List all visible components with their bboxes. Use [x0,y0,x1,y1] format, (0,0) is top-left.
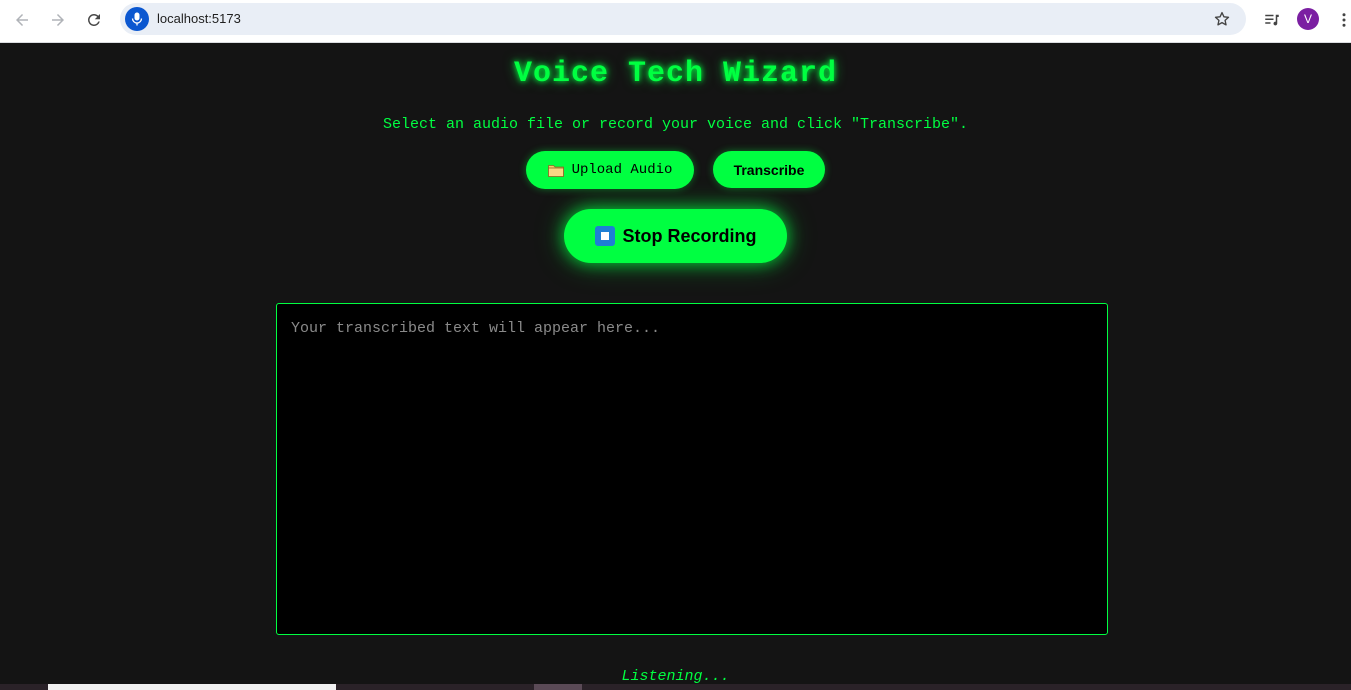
stop-recording-button[interactable]: Stop Recording [564,209,787,263]
url-text[interactable]: localhost:5173 [157,11,241,26]
star-icon[interactable] [1212,9,1232,29]
status-text: Listening... [621,668,730,684]
upload-audio-label: Upload Audio [571,162,673,178]
forward-arrow-icon[interactable] [45,7,71,33]
app-page: Voice Tech Wizard Select an audio file o… [0,43,1351,684]
stop-recording-label: Stop Recording [622,225,757,246]
taskbar-segment [48,684,336,690]
instructions-text: Select an audio file or record your voic… [382,116,969,133]
media-playlist-icon[interactable] [1260,8,1284,32]
transcript-textarea[interactable] [276,303,1108,635]
folder-icon [547,164,564,177]
profile-avatar[interactable]: V [1297,8,1319,30]
taskbar-strip [0,684,1351,690]
browser-toolbar: localhost:5173 V [0,0,1351,43]
microphone-icon[interactable] [125,7,149,31]
action-buttons: Upload Audio Transcribe [0,151,1351,189]
stop-square-icon [594,226,615,246]
reload-icon[interactable] [81,7,107,33]
back-arrow-icon[interactable] [9,7,35,33]
page-title: Voice Tech Wizard [513,57,838,91]
taskbar-segment [534,684,582,690]
address-bar[interactable]: localhost:5173 [120,3,1246,35]
upload-audio-button[interactable]: Upload Audio [526,151,694,189]
more-vert-icon[interactable] [1332,8,1351,32]
transcribe-button[interactable]: Transcribe [713,151,825,188]
